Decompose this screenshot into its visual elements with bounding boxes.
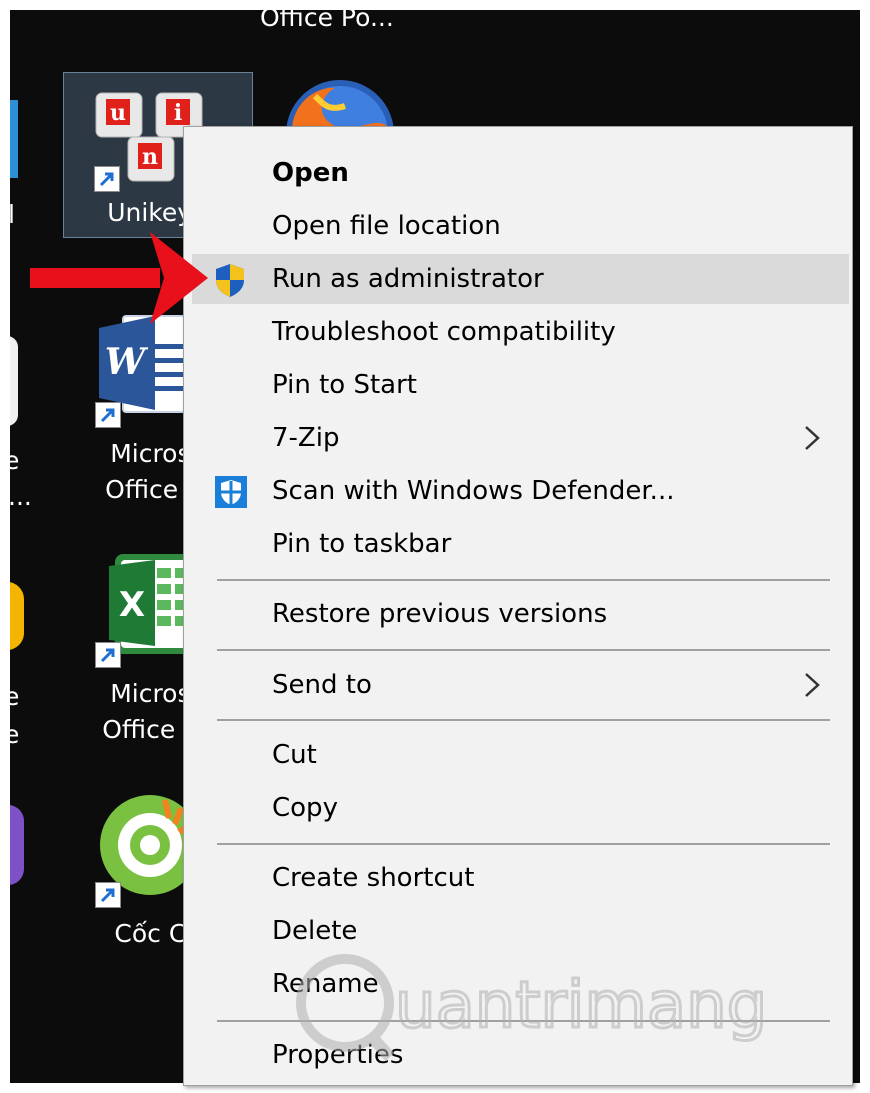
unikey-key-i: i xyxy=(174,100,182,126)
unikey-key-n: n xyxy=(142,144,158,170)
menu-item-open-file-location[interactable]: Open file location xyxy=(185,201,850,251)
chevron-right-icon xyxy=(805,426,820,450)
unikey-key-u: u xyxy=(110,100,126,126)
menu-item-troubleshoot-compatibility[interactable]: Troubleshoot compatibility xyxy=(185,307,850,357)
menu-item-cut[interactable]: Cut xyxy=(185,730,850,780)
menu-item-create-shortcut[interactable]: Create shortcut xyxy=(185,853,850,903)
left-edge-label: e xyxy=(10,446,20,475)
menu-item-pin-to-taskbar[interactable]: Pin to taskbar xyxy=(185,519,850,569)
desktop-icon-label-office-po: Office Po... xyxy=(260,10,394,32)
left-edge-label: e xyxy=(10,720,20,749)
svg-text:W: W xyxy=(105,341,149,383)
menu-item-open[interactable]: Open xyxy=(185,148,850,198)
menu-item-run-as-administrator[interactable]: Run as administrator xyxy=(192,254,849,304)
menu-item-pin-to-start[interactable]: Pin to Start xyxy=(185,360,850,410)
watermark-text: uantrimang xyxy=(395,969,767,1043)
menu-item-7-zip[interactable]: 7-Zip xyxy=(185,413,850,463)
menu-item-copy[interactable]: Copy xyxy=(185,783,850,833)
shortcut-arrow-icon xyxy=(95,642,121,668)
menu-item-scan-with-windows-defender[interactable]: Scan with Windows Defender... xyxy=(185,466,850,516)
shortcut-arrow-icon xyxy=(94,166,120,192)
menu-separator xyxy=(217,579,830,581)
shortcut-arrow-icon xyxy=(95,882,121,908)
quantrimang-watermark-logo: uantrimang xyxy=(296,954,769,1062)
context-menu: Open Open file location Run as administr… xyxy=(183,126,853,1086)
windows-defender-icon xyxy=(215,476,247,508)
menu-item-send-to[interactable]: Send to xyxy=(185,660,850,710)
partial-icon-white[interactable] xyxy=(10,336,18,426)
left-edge-label: ... xyxy=(10,482,32,511)
left-edge-label: l xyxy=(10,200,15,229)
shortcut-arrow-icon xyxy=(95,402,121,428)
menu-separator xyxy=(217,843,830,845)
partial-icon-blue[interactable] xyxy=(10,100,18,178)
menu-separator xyxy=(217,719,830,721)
partial-icon-purple[interactable] xyxy=(10,805,24,885)
red-pointer-arrow-icon xyxy=(30,232,208,324)
left-edge-label: e xyxy=(10,682,20,711)
menu-item-restore-previous-versions[interactable]: Restore previous versions xyxy=(185,589,850,639)
chevron-right-icon xyxy=(805,673,820,697)
partial-icon-chrome[interactable] xyxy=(10,582,24,650)
svg-text:X: X xyxy=(119,585,145,625)
menu-separator xyxy=(217,649,830,651)
